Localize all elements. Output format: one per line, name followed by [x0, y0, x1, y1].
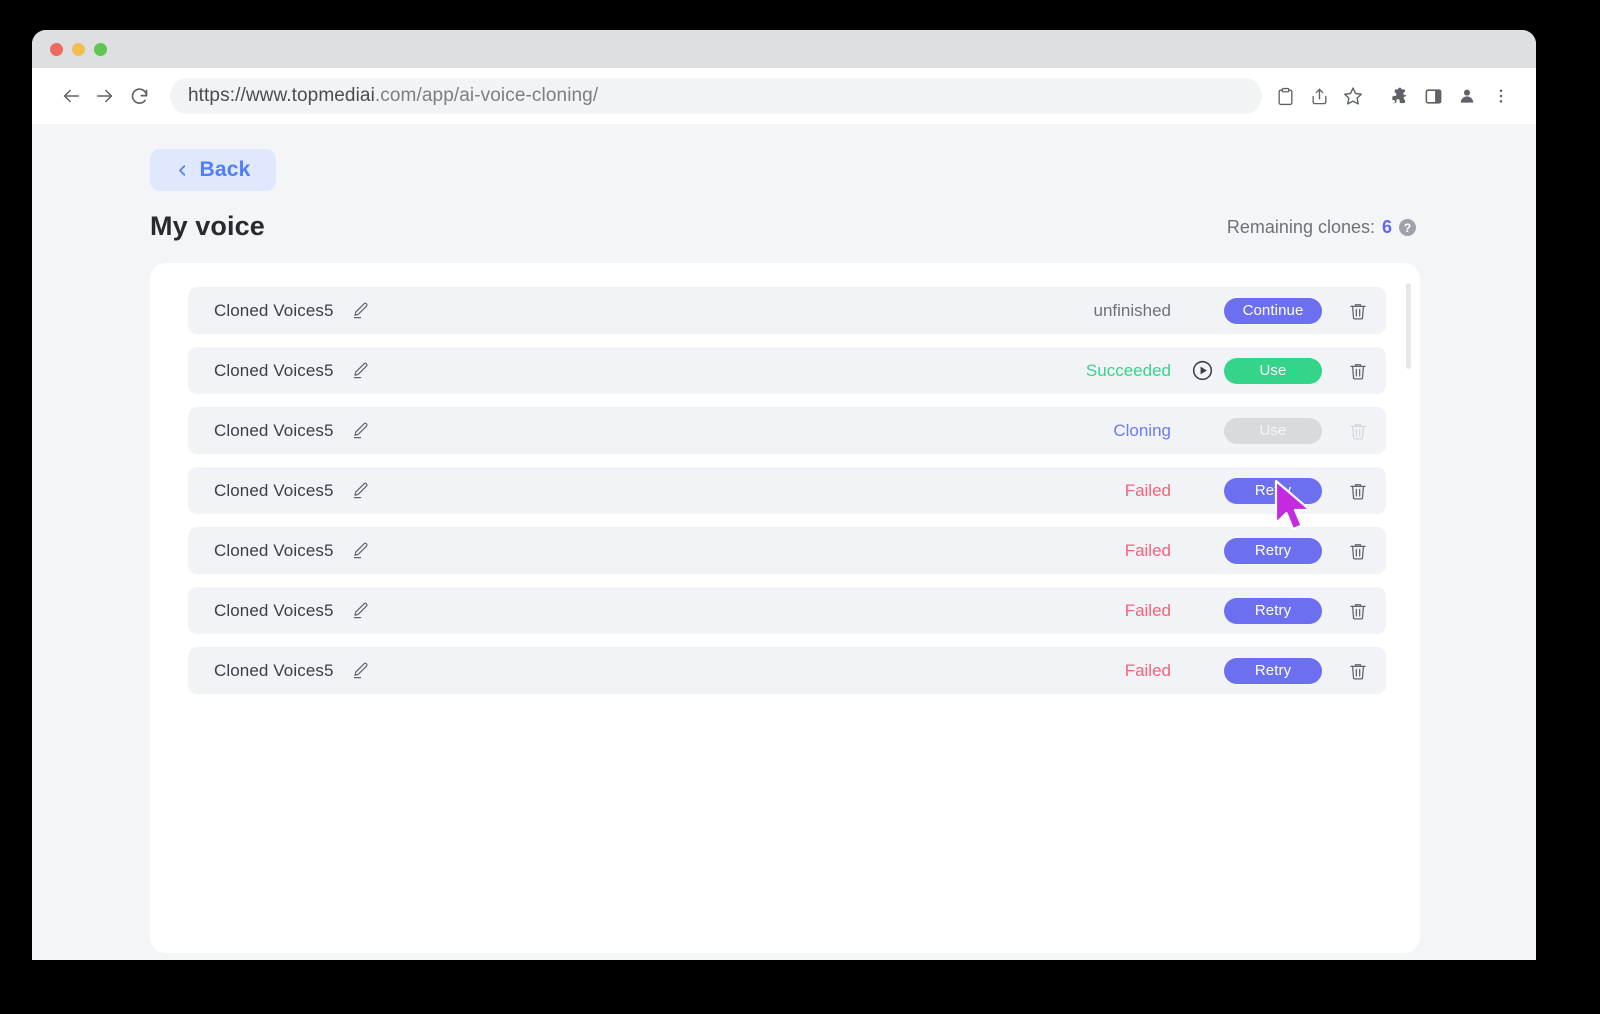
share-icon[interactable] — [1302, 79, 1336, 113]
trash-delete-icon[interactable] — [1348, 481, 1368, 501]
pencil-edit-icon[interactable] — [351, 421, 370, 440]
status-badge: Failed — [1124, 540, 1171, 560]
voice-row: Cloned Voices5 Failed Retry — [188, 647, 1386, 694]
remaining-clones-count: 6 — [1381, 217, 1392, 237]
bookmark-star-icon[interactable] — [1336, 79, 1370, 113]
chevron-left-icon — [175, 163, 190, 178]
back-arrow-icon[interactable] — [54, 79, 88, 113]
browser-window: https://www.topmediai.com/app/ai-voice-c… — [32, 30, 1536, 960]
row-action-button[interactable]: Retry — [1224, 597, 1322, 624]
browser-title-bar — [32, 30, 1536, 68]
voice-row: Cloned Voices5 Failed Retry — [188, 587, 1386, 634]
voice-name: Cloned Voices5 — [214, 420, 334, 440]
voice-list: Cloned Voices5 unfinished Continue Cloned V… — [150, 287, 1420, 694]
trash-delete-icon[interactable] — [1348, 301, 1368, 321]
url-text: https://www.topmediai.com/app/ai-voice-c… — [188, 85, 599, 106]
row-action-button[interactable]: Retry — [1224, 477, 1322, 504]
help-question-icon[interactable]: ? — [1399, 219, 1416, 236]
status-badge: Succeeded — [1085, 360, 1171, 380]
row-action-button[interactable]: Use — [1224, 357, 1322, 384]
play-preview-icon[interactable] — [1191, 359, 1214, 382]
voice-name: Cloned Voices5 — [214, 660, 334, 680]
status-badge: Failed — [1124, 660, 1171, 680]
card-scrollbar-thumb[interactable] — [1406, 283, 1411, 369]
trash-delete-icon[interactable] — [1348, 541, 1368, 561]
voice-row: Cloned Voices5 Cloning Use — [188, 407, 1386, 454]
more-menu-icon[interactable] — [1484, 79, 1518, 113]
remaining-clones-meta: Remaining clones: 6 ? — [1227, 217, 1416, 238]
status-badge: unfinished — [1093, 300, 1171, 320]
voice-row: Cloned Voices5 Failed Retry — [188, 527, 1386, 574]
voice-name: Cloned Voices5 — [214, 360, 334, 380]
pencil-edit-icon[interactable] — [351, 541, 370, 560]
side-panel-icon[interactable] — [1416, 79, 1450, 113]
pencil-edit-icon[interactable] — [351, 301, 370, 320]
trash-delete-icon[interactable] — [1348, 361, 1368, 381]
voice-name: Cloned Voices5 — [214, 540, 334, 560]
row-action-button[interactable]: Retry — [1224, 657, 1322, 684]
pencil-edit-icon[interactable] — [351, 481, 370, 500]
voice-name: Cloned Voices5 — [214, 600, 334, 620]
voice-name: Cloned Voices5 — [214, 300, 334, 320]
status-badge: Failed — [1124, 480, 1171, 500]
window-maximize-button[interactable] — [94, 42, 107, 56]
voice-list-card: Cloned Voices5 unfinished Continue Cloned V… — [150, 263, 1420, 953]
status-badge: Cloning — [1113, 420, 1171, 440]
pencil-edit-icon[interactable] — [351, 601, 370, 620]
pencil-edit-icon[interactable] — [351, 661, 370, 680]
extensions-puzzle-icon[interactable] — [1382, 79, 1416, 113]
clipboard-icon[interactable] — [1268, 79, 1302, 113]
voice-name: Cloned Voices5 — [214, 480, 334, 500]
reload-icon[interactable] — [122, 79, 156, 113]
trash-delete-icon[interactable] — [1348, 601, 1368, 621]
back-button-label: Back — [199, 158, 251, 181]
voice-row: Cloned Voices5 Succeeded Use — [188, 347, 1386, 394]
card-scrollbar[interactable] — [1406, 283, 1411, 933]
trash-delete-icon[interactable] — [1348, 661, 1368, 681]
profile-avatar-icon[interactable] — [1450, 79, 1484, 113]
browser-toolbar: https://www.topmediai.com/app/ai-voice-c… — [32, 68, 1536, 124]
trash-delete-icon — [1348, 421, 1368, 441]
address-bar[interactable]: https://www.topmediai.com/app/ai-voice-c… — [170, 78, 1262, 114]
voice-row: Cloned Voices5 unfinished Continue — [188, 287, 1386, 334]
forward-arrow-icon[interactable] — [88, 79, 122, 113]
status-badge: Failed — [1124, 600, 1171, 620]
remaining-clones-label: Remaining clones: — [1226, 217, 1375, 237]
voice-row: Cloned Voices5 Failed Retry — [188, 467, 1386, 514]
page-viewport: Back My voice Remaining clones: 6 ? Clon… — [32, 124, 1536, 960]
window-close-button[interactable] — [50, 42, 63, 56]
row-action-button: Use — [1224, 417, 1322, 444]
row-action-button[interactable]: Continue — [1224, 297, 1322, 324]
pencil-edit-icon[interactable] — [351, 361, 370, 380]
window-minimize-button[interactable] — [72, 42, 85, 56]
back-button[interactable]: Back — [150, 149, 276, 191]
page-title: My voice — [150, 211, 265, 241]
row-action-button[interactable]: Retry — [1224, 537, 1322, 564]
